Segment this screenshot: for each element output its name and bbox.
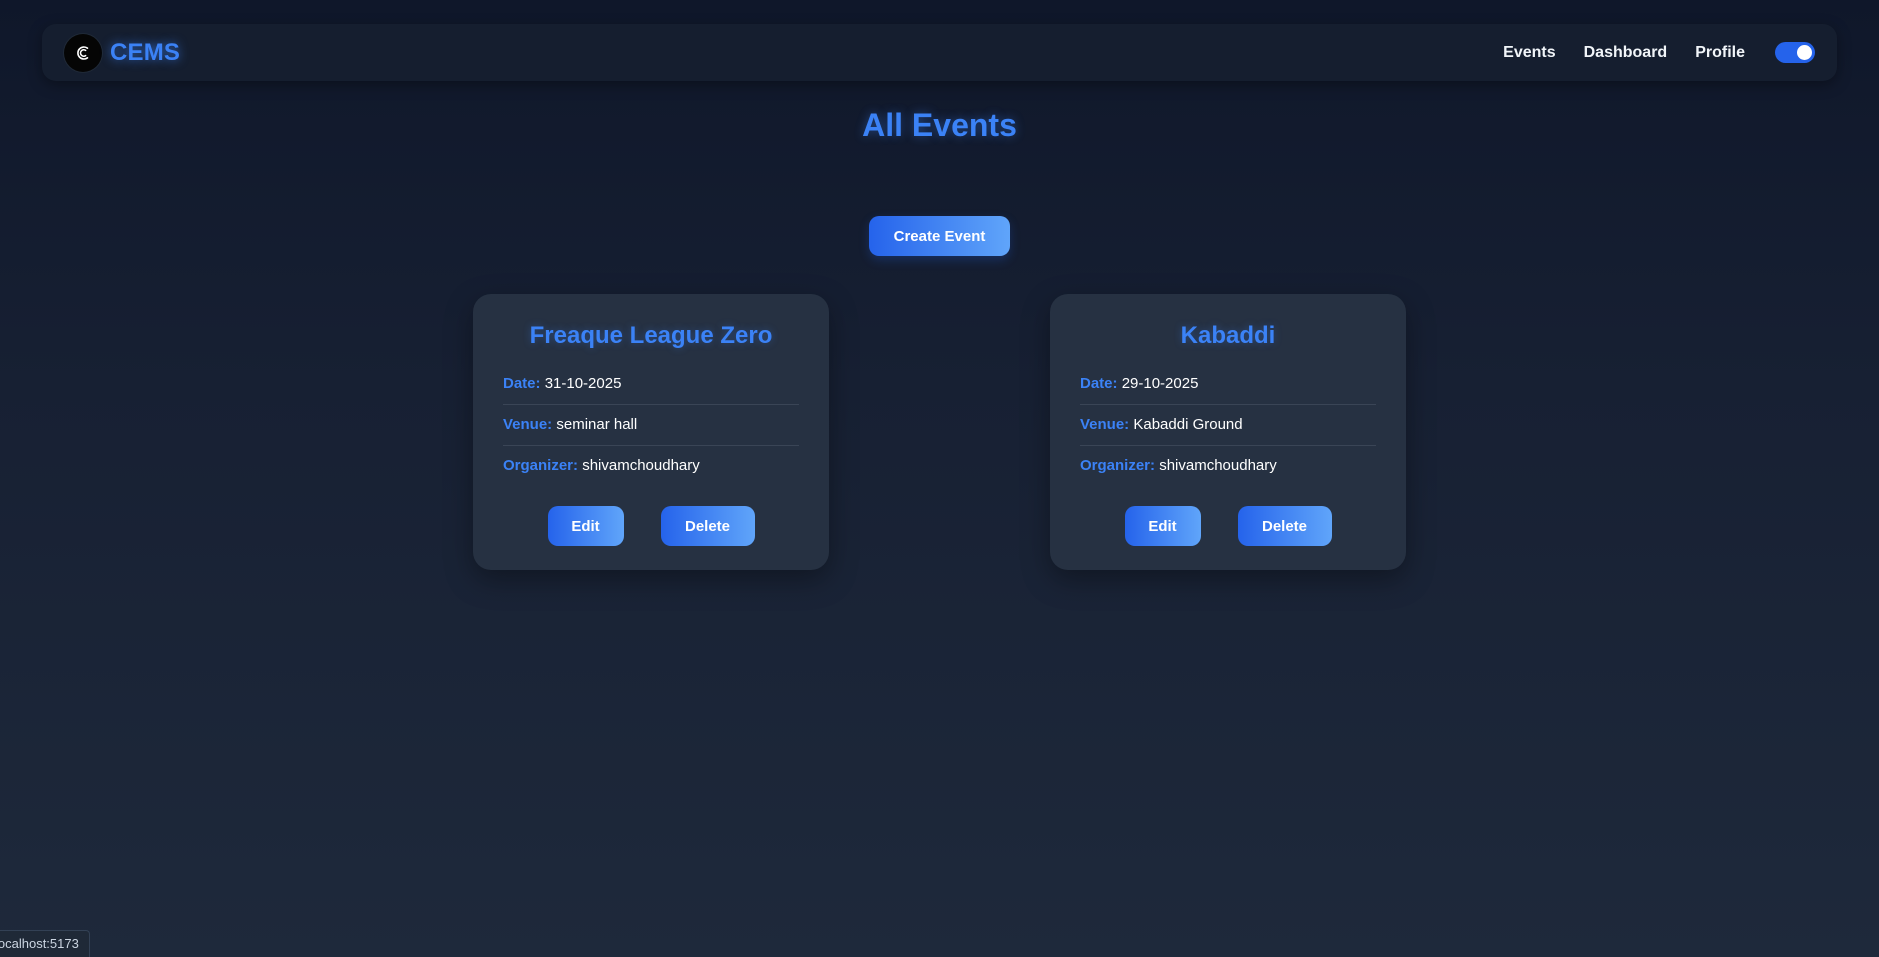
nav-link-dashboard[interactable]: Dashboard: [1584, 44, 1668, 62]
nav-link-events[interactable]: Events: [1503, 44, 1555, 62]
event-card: Freaque League Zero Date: 31-10-2025 Ven…: [473, 294, 829, 570]
venue-label: Venue:: [503, 416, 553, 433]
toggle-knob: [1797, 45, 1812, 60]
cems-logo-icon: [64, 33, 102, 72]
organizer-value: shivamchoudhary: [582, 457, 700, 474]
venue-value: seminar hall: [556, 416, 638, 433]
event-organizer: Organizer: shivamchoudhary: [503, 446, 799, 486]
event-date: Date: 29-10-2025: [1080, 364, 1376, 405]
nav-links: Events Dashboard Profile: [1475, 42, 1815, 63]
brand-name: CEMS: [110, 38, 181, 66]
navbar: CEMS Events Dashboard Profile: [42, 24, 1837, 81]
date-value: 29-10-2025: [1121, 375, 1199, 392]
card-actions: Edit Delete: [1080, 506, 1376, 546]
event-venue: Venue: seminar hall: [503, 405, 799, 446]
brand[interactable]: CEMS: [64, 33, 181, 72]
edit-button[interactable]: Edit: [1124, 506, 1201, 546]
date-label: Date:: [1080, 375, 1118, 392]
status-url: localhost:5173: [0, 936, 79, 951]
delete-button[interactable]: Delete: [1237, 506, 1332, 546]
status-bar-url: localhost:5173: [0, 930, 90, 957]
organizer-value: shivamchoudhary: [1159, 457, 1277, 474]
date-value: 31-10-2025: [544, 375, 622, 392]
page-title: All Events: [862, 107, 1017, 143]
date-label: Date:: [503, 375, 541, 392]
event-venue: Venue: Kabaddi Ground: [1080, 405, 1376, 446]
theme-toggle[interactable]: [1775, 42, 1815, 63]
delete-button[interactable]: Delete: [660, 506, 755, 546]
edit-button[interactable]: Edit: [547, 506, 624, 546]
card-actions: Edit Delete: [503, 506, 799, 546]
venue-value: Kabaddi Ground: [1133, 416, 1243, 433]
organizer-label: Organizer:: [1080, 457, 1156, 474]
event-title: Freaque League Zero: [529, 322, 773, 349]
event-date: Date: 31-10-2025: [503, 364, 799, 405]
venue-label: Venue:: [1080, 416, 1130, 433]
event-card: Kabaddi Date: 29-10-2025 Venue: Kabaddi …: [1050, 294, 1406, 570]
organizer-label: Organizer:: [503, 457, 579, 474]
nav-link-profile[interactable]: Profile: [1695, 44, 1745, 62]
event-title: Kabaddi: [1180, 322, 1276, 349]
event-organizer: Organizer: shivamchoudhary: [1080, 446, 1376, 486]
create-event-button[interactable]: Create Event: [869, 216, 1010, 256]
